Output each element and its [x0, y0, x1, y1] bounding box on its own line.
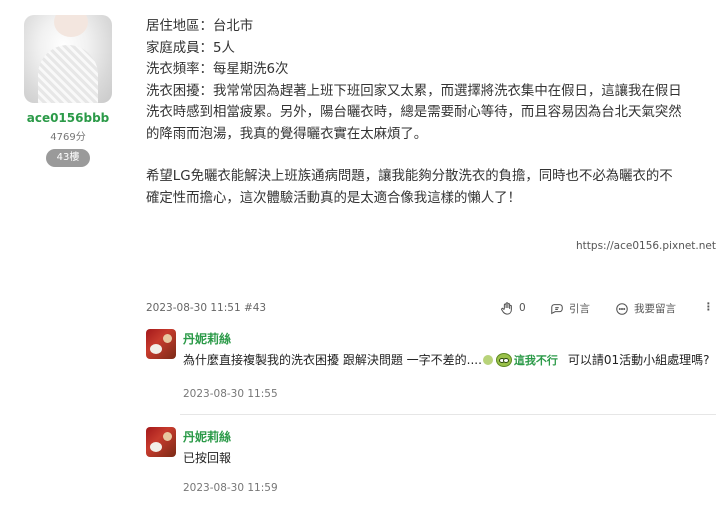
- like-button[interactable]: 0: [500, 301, 526, 315]
- comment-text-part: 為什麼直接複製我的洗衣困擾 跟解決問題 一字不差的....: [183, 353, 482, 367]
- commenter-name[interactable]: 丹妮莉絲: [183, 330, 231, 347]
- like-count: 0: [519, 302, 526, 314]
- commenter-name[interactable]: 丹妮莉絲: [183, 428, 231, 445]
- comment-text: 已按回報: [183, 451, 232, 465]
- avatar-dress: [38, 45, 98, 103]
- comment-date: 2023-08-30 11:59: [183, 482, 278, 494]
- post-line: 洗衣頻率：每星期洗6次: [146, 62, 289, 77]
- sticker-emoji: 這我不行: [495, 352, 558, 368]
- post-line: 家庭成員：5人: [146, 40, 235, 56]
- frog-face-icon: [495, 352, 512, 367]
- author-username[interactable]: ace0156bbb: [0, 111, 136, 125]
- avatar-spot: [150, 344, 162, 354]
- author-avatar[interactable]: [24, 15, 112, 103]
- floor-badge[interactable]: 43樓: [46, 149, 90, 167]
- post-line: 的降雨而泡湯，我真的覺得曬衣實在太麻煩了。: [146, 126, 428, 142]
- source-link[interactable]: https://ace0156.pixnet.net: [576, 240, 716, 252]
- post-date: 2023-08-30 11:51 #43: [146, 302, 267, 314]
- commenter-avatar[interactable]: [146, 329, 176, 359]
- avatar-spot: [150, 442, 162, 452]
- avatar-spot: [163, 334, 172, 343]
- post-line: 洗衣困擾：我常常因為趕著上班下班回家又太累，而選擇將洗衣集中在假日，這讓我在假日: [146, 83, 682, 99]
- reply-label: 我要留言: [634, 303, 676, 315]
- post-line: 希望LG免曬衣能解決上班族通病問題，讓我能夠分散洗衣的負擔，同時也不必為曬衣的不: [146, 169, 673, 184]
- more-options-button[interactable]: ⋮: [703, 301, 715, 313]
- comment-date: 2023-08-30 11:55: [183, 388, 278, 400]
- clap-icon: [501, 302, 512, 315]
- avatar-face: [54, 15, 88, 37]
- quote-button[interactable]: 引言: [550, 301, 590, 316]
- post-line: 洗衣時感到相當疲累。另外，陽台曬衣時，總是需要耐心等待，而且容易因為台北天氣突然: [146, 105, 682, 120]
- post-line: 居住地區：台北市: [146, 19, 254, 34]
- post-meta-bar: 2023-08-30 11:51 #43 0 引言 我要留言 ⋮: [146, 301, 718, 318]
- commenter-avatar[interactable]: [146, 427, 176, 457]
- quote-label: 引言: [569, 303, 590, 315]
- chat-icon: [616, 302, 628, 315]
- more-vertical-icon: ⋮: [703, 301, 715, 313]
- small-emoji-icon: [482, 354, 493, 365]
- comment-text-part: 可以請01活動小組處理嗎?: [567, 353, 710, 367]
- avatar-spot: [163, 432, 172, 441]
- author-points: 4769分: [50, 132, 86, 143]
- post-body: 居住地區：台北市 家庭成員：5人 洗衣頻率：每星期洗6次 洗衣困擾：我常常因為趕…: [146, 16, 718, 209]
- comment-divider: [180, 414, 716, 415]
- quote-icon: [551, 303, 563, 314]
- sticker-caption: 這我不行: [513, 353, 558, 367]
- post-line: 確定性而擔心，這次體驗活動真的是太適合像我這樣的懶人了！: [146, 190, 521, 206]
- reply-button[interactable]: 我要留言: [615, 301, 676, 316]
- comment-text: 為什麼直接複製我的洗衣困擾 跟解決問題 一字不差的.... 這我不行 可以請01…: [183, 351, 710, 368]
